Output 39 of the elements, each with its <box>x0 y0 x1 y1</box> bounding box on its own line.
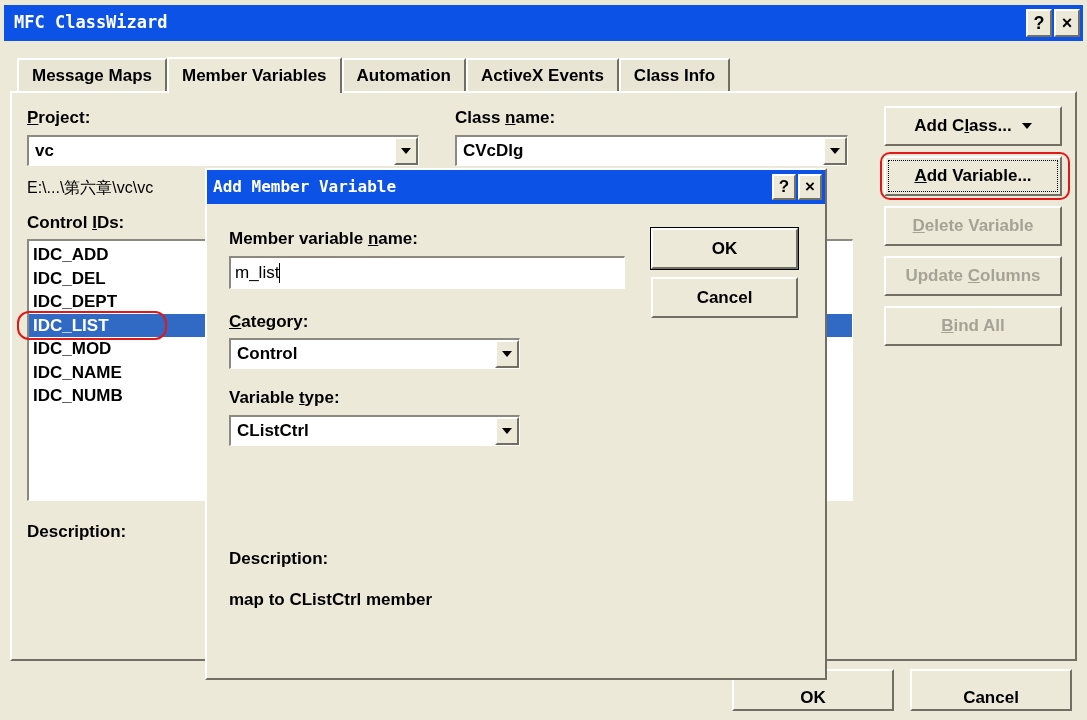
help-button[interactable]: ? <box>772 174 796 200</box>
tab[interactable]: Class Info <box>618 58 731 91</box>
variable-type-label: Variable type: <box>229 387 341 409</box>
action-button[interactable]: Add Class... <box>884 106 1062 146</box>
project-label: Project: <box>27 107 92 129</box>
dropdown-button[interactable] <box>495 340 519 368</box>
cancel-button[interactable]: Cancel <box>910 669 1072 711</box>
file-path: E:\...\第六章\vc\vc <box>27 177 154 198</box>
tab[interactable]: ActiveX Events <box>466 58 619 91</box>
caret-icon <box>502 427 512 434</box>
control-ids-label: Control IDs: <box>27 211 126 234</box>
tab[interactable]: Message Maps <box>17 58 167 91</box>
caret-icon <box>502 351 512 357</box>
dropdown-button[interactable] <box>495 416 519 445</box>
help-button[interactable]: ? <box>1026 9 1052 37</box>
caret-icon <box>401 147 411 154</box>
dropdown-button[interactable] <box>823 136 847 165</box>
dropdown-button[interactable] <box>394 136 418 165</box>
category-label: Category: <box>229 310 310 333</box>
close-button[interactable]: × <box>798 174 822 200</box>
close-button[interactable]: × <box>1054 9 1080 37</box>
caret-icon <box>830 147 840 154</box>
variable-type-combo[interactable]: CListCtrl <box>229 414 520 446</box>
cancel-button[interactable]: Cancel <box>651 277 798 318</box>
caret-icon <box>1021 123 1032 129</box>
member-name-input[interactable]: m_list <box>229 255 625 289</box>
description-label: Description: <box>27 521 128 543</box>
window-title: MFC ClassWizard <box>13 11 168 35</box>
ok-button[interactable]: OK <box>651 228 798 269</box>
tab[interactable]: Automation <box>341 58 466 91</box>
member-name-label: Member variable name: <box>229 228 419 250</box>
tab[interactable]: Member Variables <box>167 57 342 93</box>
category-combo[interactable]: Control <box>229 338 520 369</box>
class-name-combo[interactable]: CVcDlg <box>455 134 848 166</box>
dialog-title: Add Member Variable <box>212 176 397 198</box>
description-text: map to CListCtrl member <box>229 589 434 611</box>
project-combo[interactable]: vc <box>27 134 419 166</box>
class-name-label: Class name: <box>455 107 557 129</box>
description-label: Description: <box>229 547 330 570</box>
